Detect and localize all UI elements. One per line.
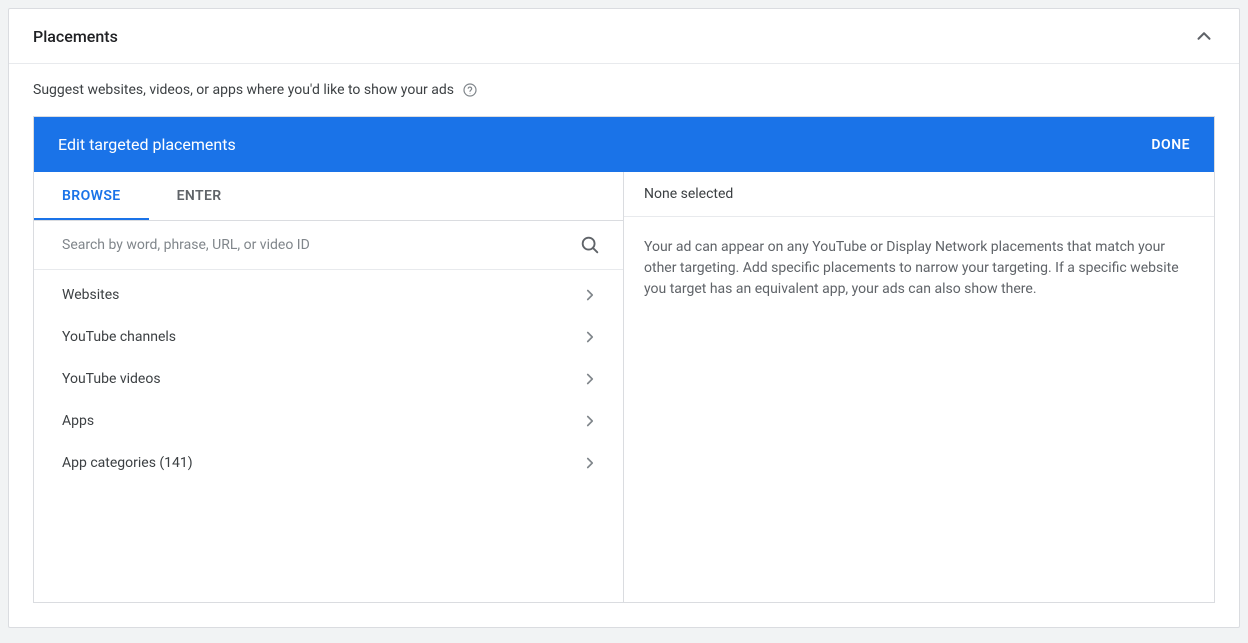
search-icon[interactable] [579,234,601,256]
selection-header: None selected [624,172,1214,217]
done-button[interactable]: DONE [1151,137,1190,153]
search-row [34,221,623,270]
card-body: Suggest websites, videos, or apps where … [9,64,1239,627]
chevron-right-icon [581,370,599,388]
chevron-up-icon[interactable] [1193,25,1215,47]
right-column: None selected Your ad can appear on any … [624,172,1214,602]
left-column: BROWSE ENTER Websites [34,172,624,602]
tabs: BROWSE ENTER [34,172,623,221]
search-input[interactable] [62,231,579,259]
category-youtube-videos[interactable]: YouTube videos [34,358,623,400]
chevron-right-icon [581,286,599,304]
edit-panel: Edit targeted placements DONE BROWSE ENT… [33,116,1215,603]
panel-header: Edit targeted placements DONE [34,117,1214,172]
category-app-categories[interactable]: App categories (141) [34,442,623,484]
category-label: Apps [62,413,94,429]
card-header[interactable]: Placements [9,9,1239,64]
chevron-right-icon [581,454,599,472]
tab-enter[interactable]: ENTER [149,172,250,220]
chevron-right-icon [581,412,599,430]
help-icon[interactable] [462,82,478,98]
suggest-text: Suggest websites, videos, or apps where … [33,82,454,98]
suggest-row: Suggest websites, videos, or apps where … [33,82,1215,98]
chevron-right-icon [581,328,599,346]
card-title: Placements [33,27,118,46]
panel-header-title: Edit targeted placements [58,135,236,154]
category-youtube-channels[interactable]: YouTube channels [34,316,623,358]
selection-description: Your ad can appear on any YouTube or Dis… [624,217,1214,320]
category-label: Websites [62,287,119,303]
category-apps[interactable]: Apps [34,400,623,442]
placements-card: Placements Suggest websites, videos, or … [8,8,1240,628]
category-label: App categories (141) [62,455,193,471]
category-label: YouTube channels [62,329,176,345]
tab-browse[interactable]: BROWSE [34,172,149,220]
category-label: YouTube videos [62,371,161,387]
panel-content: BROWSE ENTER Websites [34,172,1214,602]
category-list: Websites YouTube channels [34,270,623,488]
category-websites[interactable]: Websites [34,274,623,316]
